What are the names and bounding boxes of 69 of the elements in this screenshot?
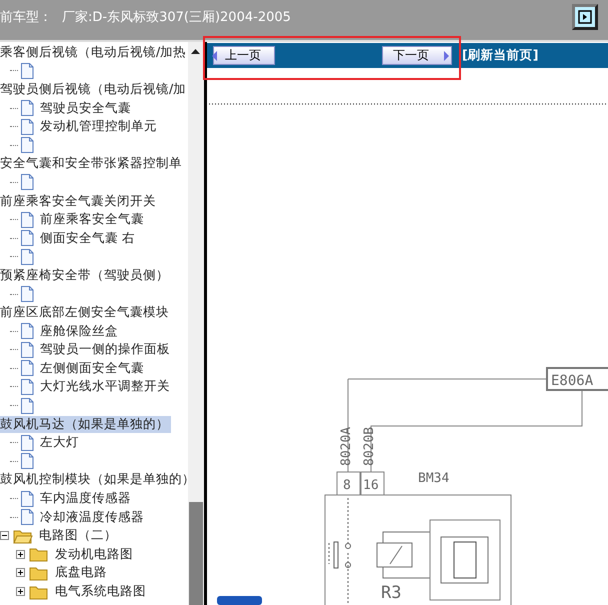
relay-label: R3	[381, 583, 402, 603]
tree-item[interactable]: 鼓风机控制模块（如果是单独的）	[0, 471, 188, 488]
tree-item[interactable]: 驾驶员侧后视镜（电动后视镜/加	[0, 80, 188, 98]
document-icon	[20, 230, 34, 246]
pin-label: 8	[343, 478, 351, 493]
next-page-button[interactable]: 下一页	[382, 46, 452, 65]
document-icon	[20, 137, 34, 154]
tree-item[interactable]: 座舱保险丝盒	[38, 322, 120, 340]
toggle-button[interactable]	[572, 4, 598, 30]
car-model: 厂家:D-东风标致307(三厢)2004-2005	[62, 9, 291, 26]
scrollbar[interactable]	[188, 42, 204, 605]
document-icon	[20, 378, 34, 395]
pin-label: 16	[363, 478, 379, 493]
previous-page-button[interactable]: 上一页	[213, 46, 275, 65]
folder-icon	[29, 584, 49, 600]
expander-icon[interactable]	[16, 568, 25, 578]
tree-item[interactable]: 驾驶员一侧的操作面板	[38, 341, 172, 358]
tree-item[interactable]: 发动机管理控制单元	[38, 118, 159, 136]
car-model-label: 前车型：	[0, 9, 52, 26]
pin-box	[336, 472, 360, 496]
tree-item[interactable]: 冷却液温度传感器	[38, 508, 146, 526]
expander-icon[interactable]	[16, 550, 25, 559]
tree-item[interactable]: 电路图（二）	[37, 527, 119, 544]
document-icon	[20, 342, 34, 358]
connector-label: E806A	[551, 373, 594, 389]
module-label: BM34	[418, 471, 450, 486]
scrollbar-thumb[interactable]	[189, 502, 203, 605]
tree-item[interactable]: 左大灯	[38, 434, 81, 452]
tree-item[interactable]: 发动机电路图	[53, 546, 135, 563]
document-icon	[20, 286, 34, 302]
document-icon	[20, 118, 34, 135]
document-icon	[20, 360, 34, 376]
document-icon	[20, 490, 34, 507]
document-icon	[20, 248, 34, 265]
tree-item[interactable]: 驾驶员安全气囊	[38, 100, 133, 117]
relay-drawing	[376, 532, 430, 578]
tree-item[interactable]: 安全气囊和安全带张紧器控制单	[0, 155, 184, 172]
document-icon	[20, 62, 34, 79]
refresh-page-link[interactable]: [刷新当前页]	[462, 47, 538, 64]
document-icon	[20, 434, 34, 451]
tree-item[interactable]: 鼓风机马达（如果是单独的）	[0, 416, 171, 433]
folder-icon	[29, 546, 49, 562]
wire-label: 8020A	[339, 426, 354, 466]
tree-item[interactable]: 车内温度传感器	[38, 490, 133, 508]
tree-item[interactable]: 前座乘客安全气囊关闭开关	[0, 192, 158, 210]
document-icon	[20, 398, 34, 414]
document-icon	[20, 453, 34, 470]
tree-item[interactable]: 电气系统电路图	[53, 583, 148, 600]
expander-icon[interactable]	[0, 531, 9, 540]
document-icon	[20, 509, 34, 526]
tree-item[interactable]: 预紧座椅安全带（驾驶员侧）	[0, 266, 171, 284]
pin-box	[360, 472, 384, 496]
tree-item[interactable]: 前座区底部左侧安全气囊模块	[0, 304, 171, 322]
document-icon	[20, 212, 34, 228]
tree-item[interactable]: 大灯光线水平调整开关	[38, 378, 172, 396]
tree-item[interactable]: 侧面安全气囊 右	[38, 230, 137, 247]
scroll-up-icon[interactable]	[191, 48, 200, 54]
tree-item[interactable]: 前座乘客安全气囊	[38, 211, 146, 228]
tree-item[interactable]: 左侧侧面安全气囊	[38, 360, 146, 377]
folder-icon	[29, 564, 49, 581]
document-icon	[20, 174, 34, 190]
tree-item[interactable]: 底盘电路	[53, 564, 109, 582]
document-icon	[20, 100, 34, 116]
expander-icon[interactable]	[16, 587, 25, 596]
folder-icon	[13, 528, 33, 544]
wire-label: 8020B	[362, 426, 377, 466]
tree-item[interactable]: 乘客侧后视镜（电动后视镜/加热	[0, 44, 188, 61]
document-icon	[20, 323, 34, 340]
arrow-right-icon	[578, 10, 592, 24]
